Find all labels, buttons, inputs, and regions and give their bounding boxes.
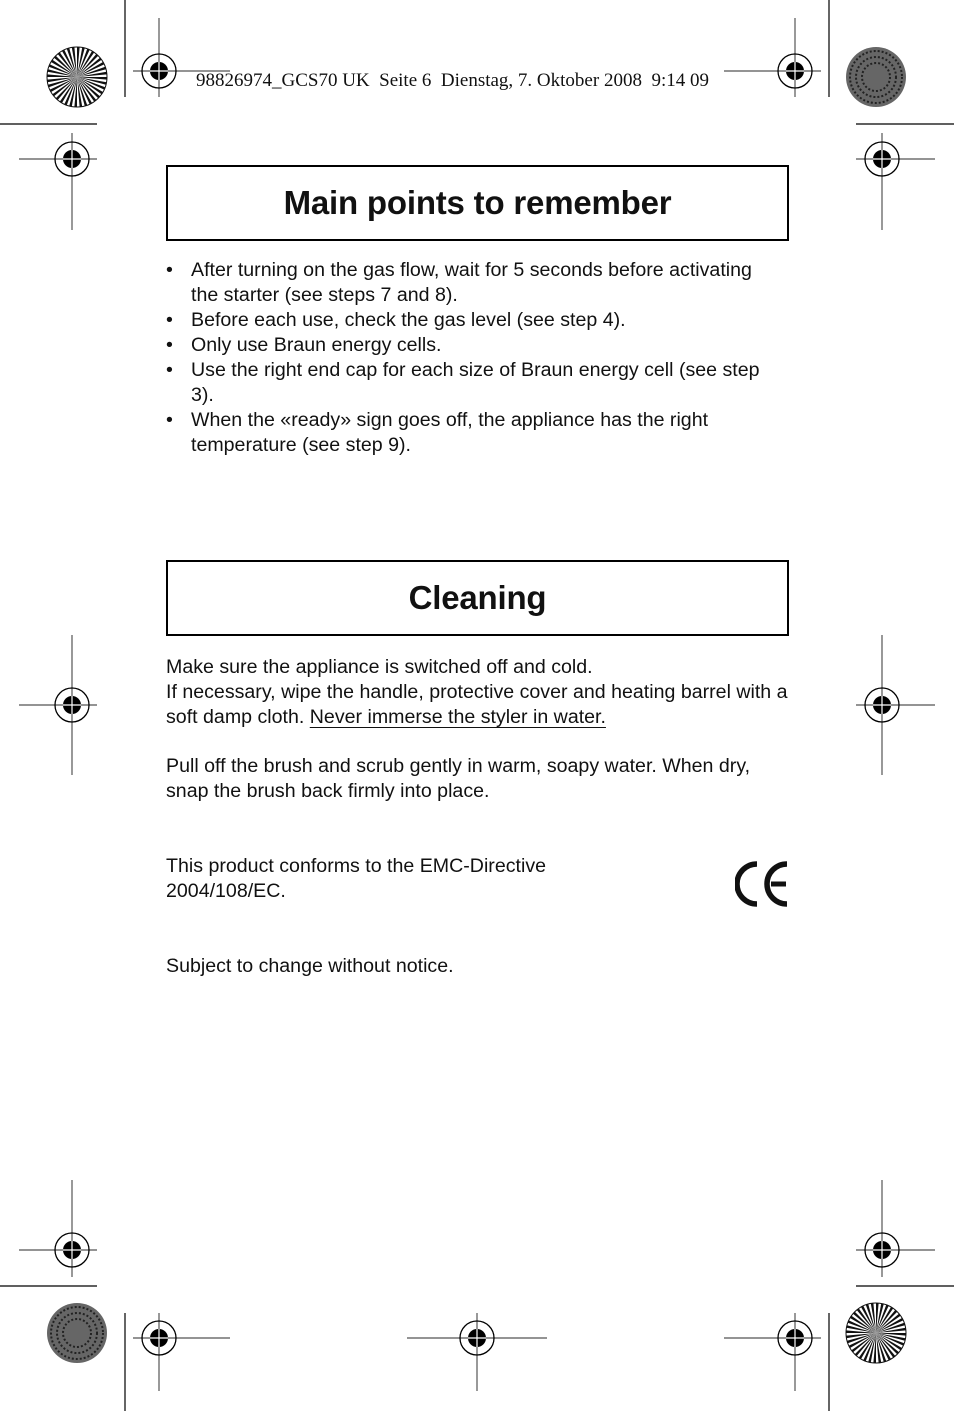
list-item: • Before each use, check the gas level (s… xyxy=(166,309,626,331)
section-title-main-points: Main points to remember xyxy=(283,184,672,221)
notice-text: Subject to change without notice. xyxy=(166,955,454,977)
main-points-list: • After turning on the gas flow, wait for… xyxy=(166,258,766,458)
section-title-box: Main points to remember xyxy=(166,165,789,241)
conformity-statement: This product conforms to the EMC-Directi… xyxy=(166,855,547,902)
ce-mark-icon xyxy=(735,861,788,907)
section-title-box: Cleaning xyxy=(166,560,789,636)
cleaning-paragraph-1: Make sure the appliance is switched off … xyxy=(166,656,788,728)
section-title-cleaning: Cleaning xyxy=(408,579,547,616)
star-target-icon xyxy=(845,1302,907,1364)
warning-text: Never immerse the styler in water. xyxy=(309,706,606,728)
star-target-icon xyxy=(46,46,108,108)
moire-target-icon xyxy=(47,1303,107,1363)
list-item: • After turning on the gas flow, wait for… xyxy=(166,259,752,306)
bullet-icon: • xyxy=(166,359,173,381)
list-item: • Use the right end cap for each size of … xyxy=(166,359,760,406)
moire-target-icon xyxy=(846,47,906,107)
list-item: • Only use Braun energy cells. xyxy=(166,334,442,356)
bullet-icon: • xyxy=(166,309,173,331)
bullet-icon: • xyxy=(166,259,173,281)
cleaning-paragraph-2: Pull off the brush and scrub gently in w… xyxy=(166,755,751,802)
bullet-icon: • xyxy=(166,409,173,431)
print-slug-header: 98826974_GCS70 UK Seite 6 Dienstag, 7. O… xyxy=(196,70,709,91)
list-item: • When the «ready» sign goes off, the app… xyxy=(166,409,709,456)
bullet-icon: • xyxy=(166,334,173,356)
